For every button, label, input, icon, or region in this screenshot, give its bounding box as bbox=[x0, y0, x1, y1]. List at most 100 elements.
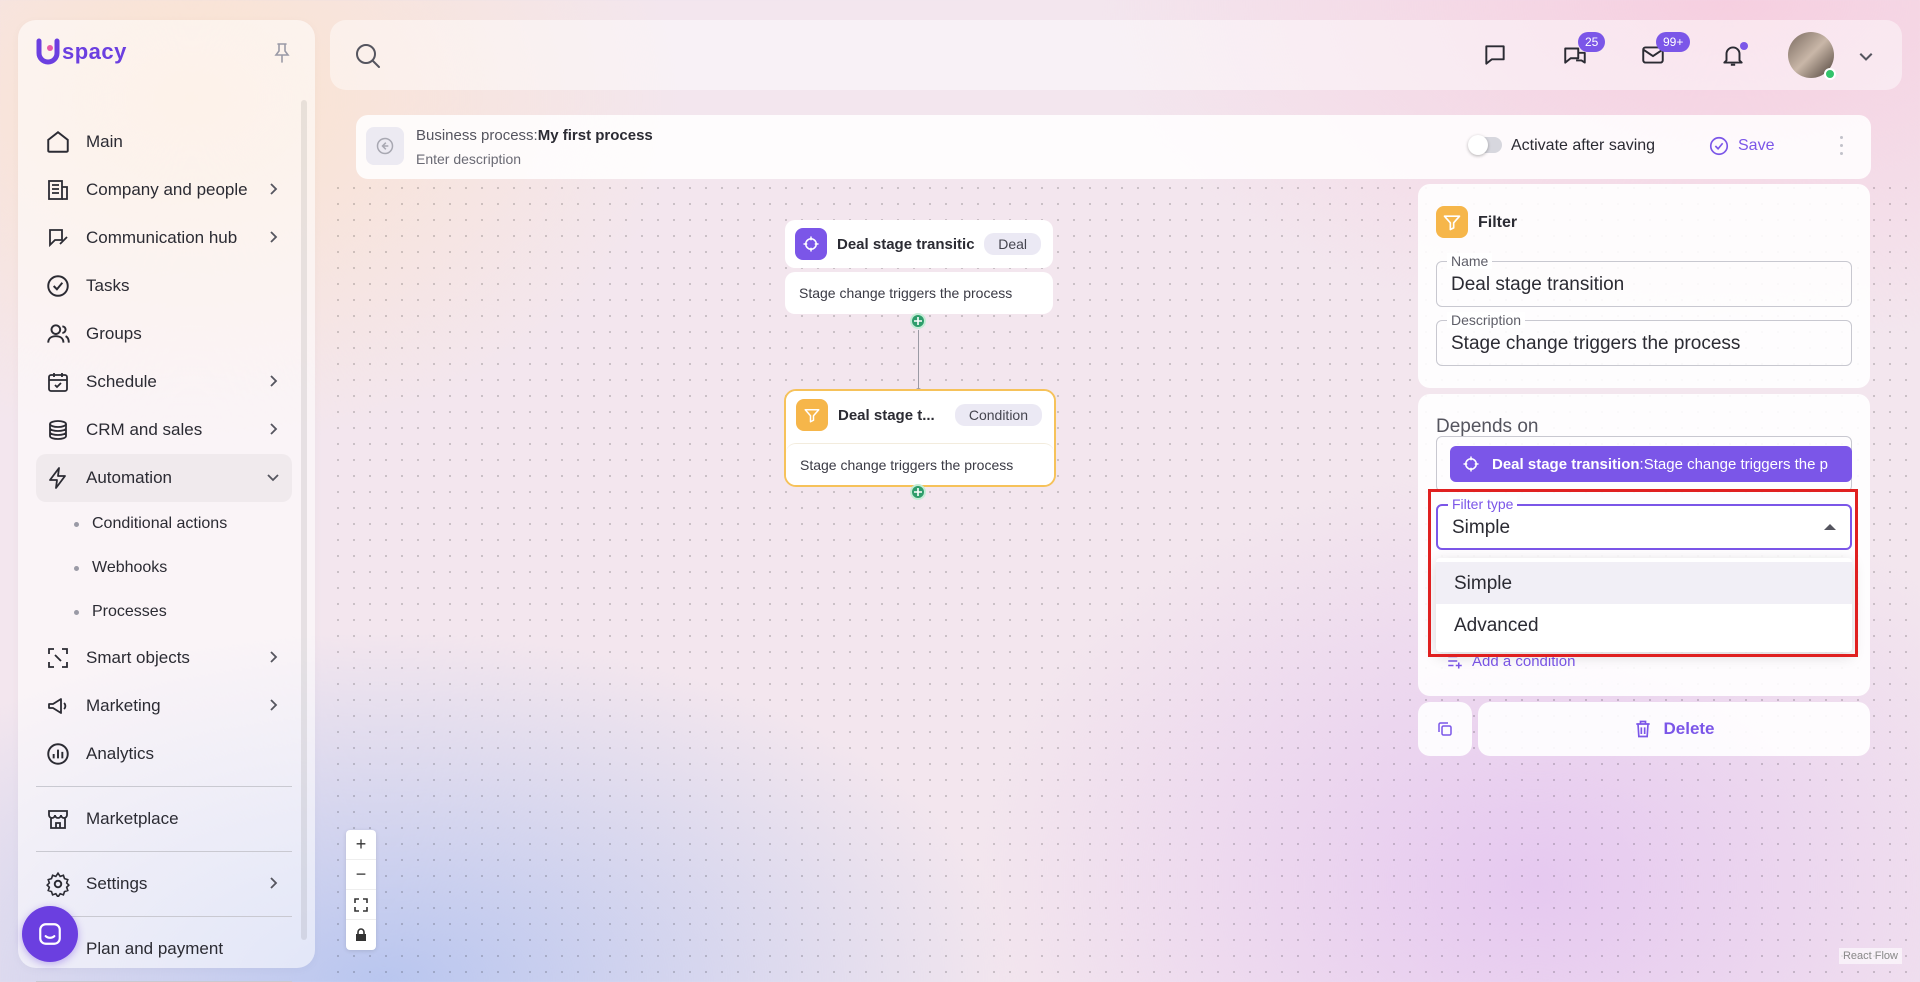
save-label: Save bbox=[1738, 137, 1775, 154]
scan-icon bbox=[44, 644, 72, 672]
chats-button[interactable]: 25 bbox=[1560, 32, 1606, 70]
sidebar-item-schedule[interactable]: Schedule bbox=[36, 358, 292, 406]
check-circle-icon bbox=[1709, 136, 1729, 156]
sidebar-item-label: Smart objects bbox=[86, 648, 190, 667]
chevron-right-icon bbox=[270, 423, 278, 435]
delete-button[interactable]: Delete bbox=[1478, 702, 1870, 756]
filter-icon bbox=[1436, 206, 1468, 238]
process-title-prefix: Business process: bbox=[416, 127, 538, 144]
node-body: Stage change triggers the process bbox=[785, 272, 1053, 314]
fit-view-icon[interactable] bbox=[346, 890, 376, 920]
online-status-dot bbox=[1824, 68, 1836, 80]
sidebar-item-label: Schedule bbox=[86, 372, 157, 391]
sidebar-item-label: Communication hub bbox=[86, 228, 238, 247]
name-field[interactable]: Name Deal stage transition bbox=[1436, 253, 1852, 307]
zoom-in-icon[interactable]: + bbox=[346, 830, 376, 860]
chevron-down-icon[interactable] bbox=[1858, 48, 1874, 64]
sidebar-scrollbar[interactable] bbox=[301, 100, 307, 940]
check-circle-icon bbox=[44, 272, 72, 300]
sidebar-divider bbox=[36, 786, 292, 787]
sidebar-item-analytics[interactable]: Analytics bbox=[36, 730, 292, 778]
sidebar-item-label: CRM and sales bbox=[86, 420, 203, 439]
activate-toggle[interactable] bbox=[1468, 135, 1502, 155]
sidebar-item-settings[interactable]: Settings bbox=[36, 860, 292, 908]
process-description[interactable]: Enter description bbox=[416, 151, 521, 167]
pin-icon[interactable] bbox=[273, 42, 291, 64]
description-field[interactable]: Description Stage change triggers the pr… bbox=[1436, 312, 1852, 366]
node-header: Deal stage t... Condition bbox=[786, 391, 1054, 439]
back-button[interactable] bbox=[366, 127, 404, 165]
depends-on-chip[interactable]: Deal stage transition :Stage change trig… bbox=[1450, 446, 1852, 482]
flow-edge[interactable] bbox=[918, 330, 919, 392]
sidebar-item-label: Automation bbox=[86, 468, 172, 487]
node-title: Deal stage transitic bbox=[837, 235, 975, 253]
sidebar-item-label: Main bbox=[86, 132, 123, 151]
duplicate-button[interactable] bbox=[1418, 702, 1472, 756]
sidebar-item-label: Marketplace bbox=[86, 809, 179, 828]
add-node-icon[interactable] bbox=[910, 313, 926, 329]
sidebar-item-label: Settings bbox=[86, 874, 148, 893]
sidebar-divider bbox=[36, 851, 292, 852]
trigger-node[interactable]: Deal stage transitic Deal Stage change t… bbox=[785, 220, 1053, 314]
sidebar-subitem-webhooks[interactable]: Webhooks bbox=[36, 546, 292, 590]
crosshair-icon bbox=[1463, 456, 1479, 472]
notifications-button[interactable] bbox=[1718, 40, 1748, 70]
delete-label: Delete bbox=[1663, 719, 1715, 738]
lock-icon[interactable] bbox=[346, 920, 376, 950]
sidebar-item-communication[interactable]: Communication hub bbox=[36, 214, 292, 262]
more-options-icon[interactable] bbox=[1836, 133, 1846, 157]
mail-button[interactable]: 99+ bbox=[1638, 32, 1691, 70]
chevron-right-icon bbox=[270, 231, 278, 243]
sidebar-item-marketing[interactable]: Marketing bbox=[36, 682, 292, 730]
avatar[interactable] bbox=[1788, 32, 1836, 80]
sidebar-item-label: Marketing bbox=[86, 696, 161, 715]
chat-bubble-icon bbox=[39, 923, 61, 945]
sidebar-item-main[interactable]: Main bbox=[36, 118, 292, 166]
depends-chip-title: Deal stage transition bbox=[1492, 455, 1640, 473]
sidebar-item-label: Tasks bbox=[86, 276, 130, 295]
sidebar-divider bbox=[36, 916, 292, 917]
users-icon bbox=[44, 320, 72, 348]
logo-mark-icon bbox=[36, 38, 60, 66]
search-icon[interactable] bbox=[354, 42, 382, 70]
app-logo[interactable]: spacy bbox=[36, 38, 127, 66]
sidebar-subitem-processes[interactable]: Processes bbox=[36, 590, 292, 634]
sidebar-item-company[interactable]: Company and people bbox=[36, 166, 292, 214]
notification-dot bbox=[1740, 42, 1748, 50]
sidebar-item-crm[interactable]: CRM and sales bbox=[36, 406, 292, 454]
sidebar-item-tasks[interactable]: Tasks bbox=[36, 262, 292, 310]
copy-icon bbox=[1438, 722, 1452, 736]
node-header: Deal stage transitic Deal bbox=[785, 220, 1053, 268]
filter-node[interactable]: Deal stage t... Condition Stage change t… bbox=[784, 389, 1056, 487]
sidebar-item-marketplace[interactable]: Marketplace bbox=[36, 795, 292, 843]
react-flow-attribution[interactable]: React Flow bbox=[1838, 948, 1902, 964]
sidebar-item-label: Company and people bbox=[86, 180, 248, 199]
sidebar-item-smart-objects[interactable]: Smart objects bbox=[36, 634, 292, 682]
sidebar-item-label: Analytics bbox=[86, 744, 155, 763]
process-header: Business process:My first process Enter … bbox=[356, 115, 1871, 179]
node-tag: Condition bbox=[954, 404, 1042, 426]
add-node-icon[interactable] bbox=[910, 484, 926, 500]
sidebar-item-automation[interactable]: Automation bbox=[36, 454, 292, 502]
trash-icon bbox=[1636, 720, 1651, 738]
description-label: Description bbox=[1447, 312, 1526, 328]
arrow-left-circle-icon bbox=[376, 137, 394, 155]
process-name[interactable]: My first process bbox=[538, 127, 653, 144]
top-bar: 25 99+ bbox=[330, 20, 1902, 90]
zoom-out-icon[interactable]: − bbox=[346, 860, 376, 890]
zoom-controls: + − bbox=[346, 830, 376, 950]
megaphone-icon bbox=[44, 692, 72, 720]
save-button[interactable]: Save bbox=[1708, 135, 1774, 157]
node-title: Deal stage t... bbox=[838, 406, 935, 424]
depends-on-label: Depends on bbox=[1436, 416, 1539, 437]
sidebar-subitem-conditional-actions[interactable]: Conditional actions bbox=[36, 502, 292, 546]
support-chat-button[interactable] bbox=[22, 906, 78, 962]
chat-edit-icon bbox=[44, 224, 72, 252]
sidebar-item-groups[interactable]: Groups bbox=[36, 310, 292, 358]
messages-button[interactable] bbox=[1480, 40, 1510, 70]
sidebar: spacy Main Company and people Communicat… bbox=[18, 20, 315, 982]
panel-title: Filter bbox=[1478, 214, 1518, 231]
depends-chip-detail: :Stage change triggers the p bbox=[1639, 455, 1829, 473]
calendar-icon bbox=[44, 368, 72, 396]
chats-badge: 25 bbox=[1578, 32, 1606, 52]
